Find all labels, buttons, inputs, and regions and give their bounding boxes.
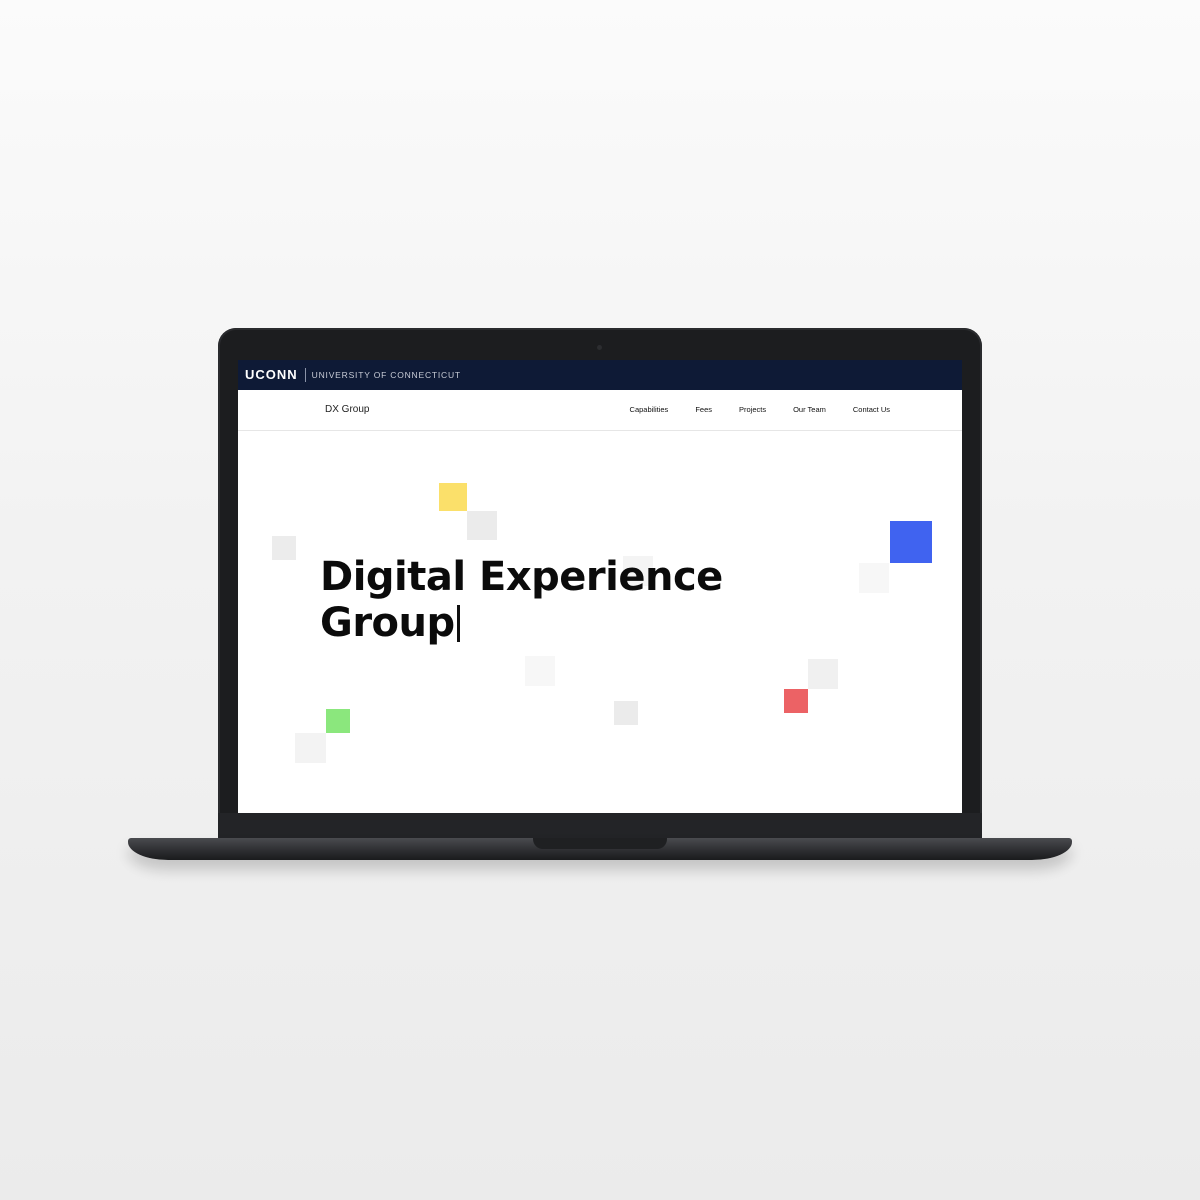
laptop-chin [218,813,982,839]
stage: UCONN UNIVERSITY OF CONNECTICUT DX Group… [0,0,1200,1200]
laptop-notch [533,838,667,849]
decor-square-gray [614,701,638,725]
site-header: DX Group Capabilities Fees Projects Our … [238,390,962,431]
university-name[interactable]: UNIVERSITY OF CONNECTICUT [306,370,461,380]
decor-square-gray [525,656,555,686]
hero-title: Digital Experience Group [320,554,740,646]
uconn-top-bar: UCONN UNIVERSITY OF CONNECTICUT [238,360,962,390]
decor-square-blue [890,521,932,563]
nav-contact-us[interactable]: Contact Us [853,405,890,414]
nav-fees[interactable]: Fees [695,405,712,414]
decor-square-red [784,689,808,713]
laptop-screen: UCONN UNIVERSITY OF CONNECTICUT DX Group… [238,360,962,813]
nav-capabilities[interactable]: Capabilities [630,405,669,414]
uconn-logo[interactable]: UCONN [245,368,306,382]
decor-square-gray [295,733,326,763]
decor-square-gray [808,659,838,689]
main-nav: Capabilities Fees Projects Our Team Cont… [603,405,890,414]
nav-projects[interactable]: Projects [739,405,766,414]
decor-square-gray [859,563,889,593]
decor-square-gray [272,536,296,560]
nav-our-team[interactable]: Our Team [793,405,826,414]
site-brand-link[interactable]: DX Group [325,404,369,415]
decor-square-gray [467,511,497,540]
typing-cursor-icon [456,605,460,642]
hero-title-line-1: Digital Experience [320,554,723,600]
decor-square-yellow [439,483,467,511]
camera-icon [597,345,602,350]
decor-square-green [326,709,350,733]
hero-title-line-2: Group [320,600,455,646]
